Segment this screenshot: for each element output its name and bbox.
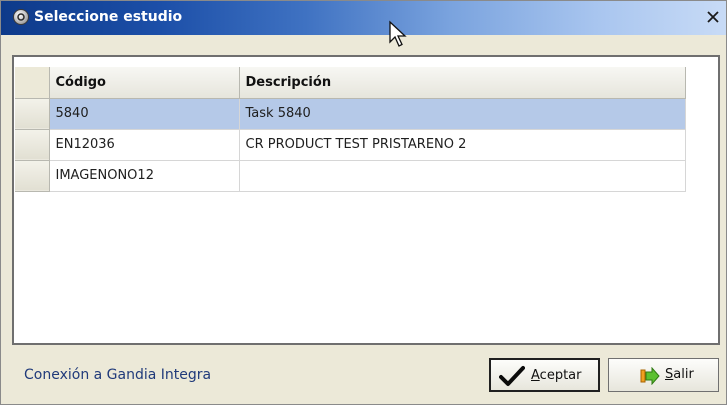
row-indicator-header bbox=[15, 67, 50, 99]
close-button[interactable] bbox=[704, 8, 722, 26]
accept-button-label: Aceptar bbox=[531, 368, 582, 383]
exit-arrow-icon bbox=[640, 367, 660, 385]
app-icon bbox=[13, 9, 29, 25]
table-header-row: Código Descripción bbox=[15, 67, 686, 99]
cell-description[interactable]: CR PRODUCT TEST PRISTARENO 2 bbox=[239, 129, 686, 161]
title-bar[interactable]: Seleccione estudio bbox=[1, 1, 726, 35]
study-grid[interactable]: Código Descripción 5840 Task 5840 EN12036 C… bbox=[12, 55, 720, 345]
table-row[interactable]: 5840 Task 5840 bbox=[15, 98, 686, 130]
exit-button-label: Salir bbox=[665, 367, 694, 382]
column-header-code[interactable]: Código bbox=[49, 67, 240, 99]
connection-status-text: Conexión a Gandia Integra bbox=[24, 367, 212, 383]
mouse-cursor-icon bbox=[389, 20, 407, 47]
column-header-description[interactable]: Descripción bbox=[239, 67, 686, 99]
cell-code[interactable]: IMAGENONO12 bbox=[49, 160, 240, 192]
cell-code[interactable]: 5840 bbox=[49, 98, 240, 130]
row-indicator[interactable] bbox=[15, 98, 50, 130]
close-icon bbox=[707, 11, 719, 23]
cell-description[interactable]: Task 5840 bbox=[239, 98, 686, 130]
select-study-dialog: Seleccione estudio Código Descripción 58… bbox=[0, 0, 727, 405]
table-row[interactable]: IMAGENONO12 bbox=[15, 160, 686, 192]
cell-description[interactable] bbox=[239, 160, 686, 192]
window-title: Seleccione estudio bbox=[34, 9, 183, 25]
exit-button[interactable]: Salir bbox=[608, 358, 719, 392]
study-table: Código Descripción 5840 Task 5840 EN12036 C… bbox=[15, 67, 686, 192]
row-indicator[interactable] bbox=[15, 129, 50, 161]
status-bar: Conexión a Gandia Integra Aceptar Salir bbox=[12, 351, 720, 399]
cell-code[interactable]: EN12036 bbox=[49, 129, 240, 161]
accept-button[interactable]: Aceptar bbox=[489, 358, 600, 392]
checkmark-icon bbox=[499, 366, 525, 386]
row-indicator[interactable] bbox=[15, 160, 50, 192]
table-row[interactable]: EN12036 CR PRODUCT TEST PRISTARENO 2 bbox=[15, 129, 686, 161]
